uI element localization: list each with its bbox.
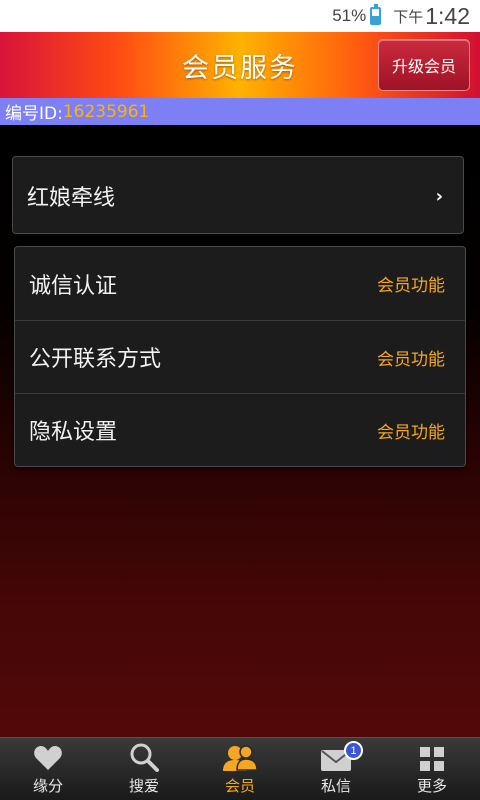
tab-fate[interactable]: 缘分	[0, 738, 96, 800]
tab-more[interactable]: 更多	[384, 738, 480, 800]
tab-members[interactable]: 会员	[192, 738, 288, 800]
status-ampm: 下午	[393, 8, 424, 26]
member-feature-tag: 会员功能	[377, 422, 445, 443]
tab-label: 会员	[224, 777, 255, 795]
bottom-tab-bar: 缘分 搜爱 会员 1 私信 更多	[0, 737, 480, 800]
member-id-value: 16235961	[62, 101, 150, 122]
main-content: 红娘牵线 › 诚信认证 会员功能 公开联系方式 会员功能 隐私设置 会员功能	[0, 125, 480, 737]
status-clock: 1:42	[425, 2, 470, 29]
grid-icon	[420, 747, 444, 771]
battery-percentage: 51%	[332, 6, 367, 25]
heart-icon	[34, 746, 62, 770]
member-id-label: 编号ID:	[5, 104, 63, 124]
list-item-privacy[interactable]: 隐私设置 会员功能	[15, 393, 465, 466]
list-item-public-contact[interactable]: 公开联系方式 会员功能	[15, 320, 465, 393]
tab-label: 私信	[320, 777, 351, 795]
member-feature-tag: 会员功能	[377, 349, 445, 370]
search-icon	[130, 743, 159, 772]
list-item-verification[interactable]: 诚信认证 会员功能	[15, 247, 465, 320]
list-item-label: 红娘牵线	[27, 186, 116, 211]
chevron-right-icon: ›	[435, 185, 443, 207]
member-features-card: 诚信认证 会员功能 公开联系方式 会员功能 隐私设置 会员功能	[14, 246, 466, 467]
title-bar: 会员服务 升级会员	[0, 32, 480, 98]
list-item-label: 诚信认证	[29, 273, 118, 299]
tab-search[interactable]: 搜爱	[96, 738, 192, 800]
list-item-matchmaker[interactable]: 红娘牵线 ›	[13, 157, 463, 235]
battery-icon	[370, 4, 382, 25]
upgrade-member-button[interactable]: 升级会员	[378, 39, 470, 91]
tab-messages[interactable]: 1 私信	[288, 738, 384, 800]
tab-label: 缘分	[32, 777, 63, 795]
member-id-bar: 编号ID: 16235961	[0, 98, 480, 125]
unread-badge: 1	[344, 741, 363, 760]
matchmaker-card: 红娘牵线 ›	[12, 156, 464, 234]
status-bar: 51% 下午 1:42	[0, 0, 480, 32]
tab-label: 搜爱	[128, 777, 159, 795]
list-item-label: 公开联系方式	[29, 347, 162, 372]
page-title: 会员服务	[182, 52, 298, 84]
members-icon	[223, 745, 257, 771]
list-item-label: 隐私设置	[29, 420, 118, 445]
tab-label: 更多	[416, 777, 447, 795]
member-feature-tag: 会员功能	[377, 276, 445, 296]
